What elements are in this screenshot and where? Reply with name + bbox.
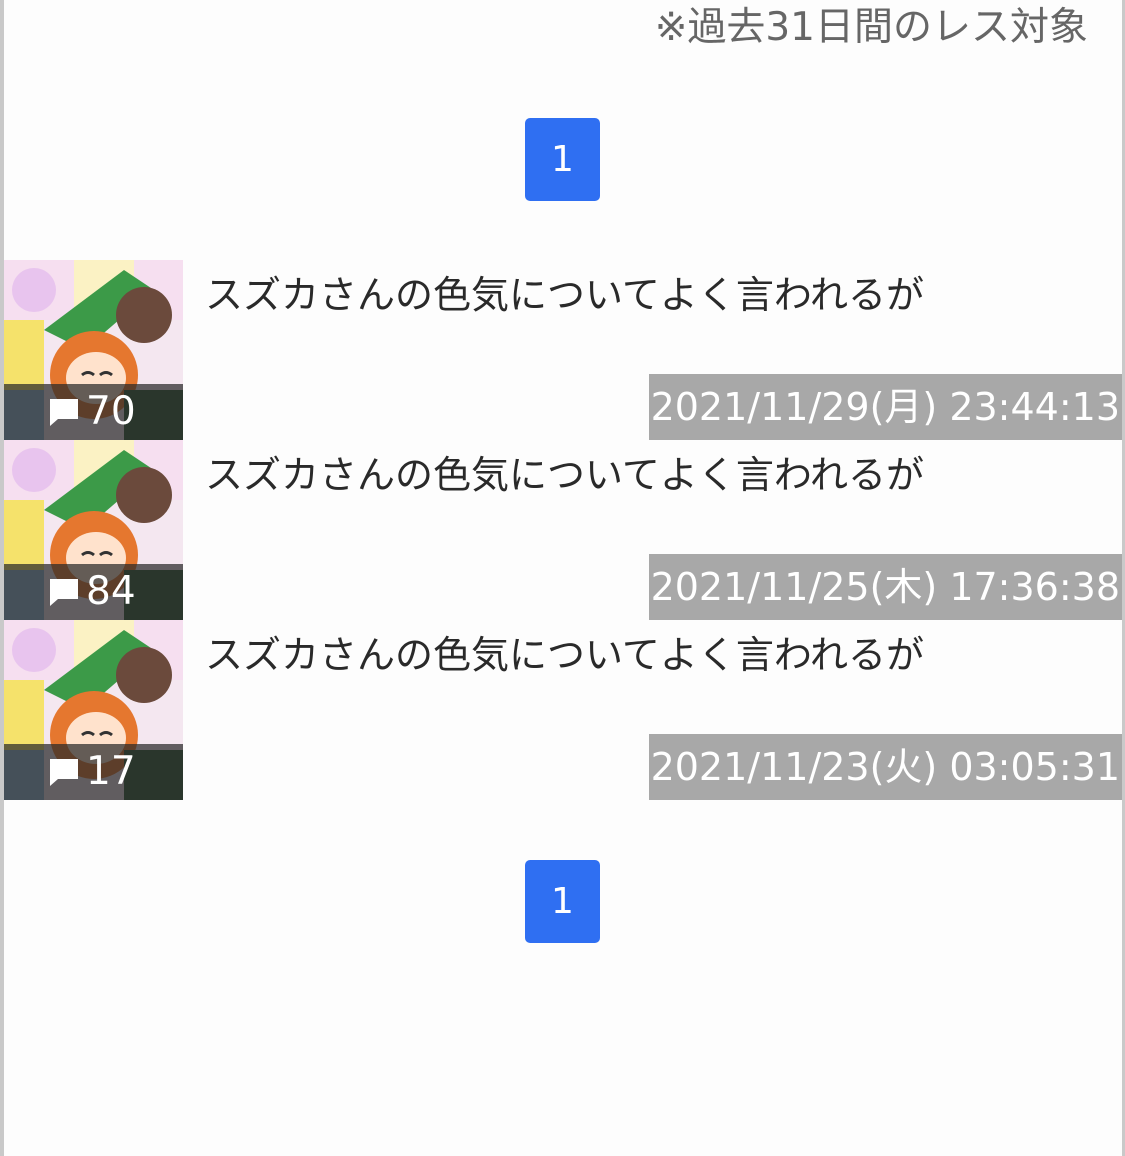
page-button-bottom[interactable]: 1 — [525, 860, 600, 943]
thread-date: 2021/11/23(火) 03:05:31 — [648, 734, 1122, 800]
thread-title[interactable]: スズカさんの色気についてよく言われるが — [205, 270, 965, 321]
comment-count-badge: 17 — [4, 744, 183, 800]
thread-thumbnail[interactable]: 17 — [4, 620, 183, 800]
thread-row[interactable]: 17 スズカさんの色気についてよく言われるが 2021/11/23(火) 03:… — [4, 620, 1122, 800]
comment-count-badge: 70 — [4, 384, 183, 440]
comment-count: 84 — [86, 569, 136, 614]
comment-count: 17 — [86, 749, 136, 794]
comment-icon — [48, 755, 82, 789]
comment-count: 70 — [86, 389, 136, 434]
comment-count-badge: 84 — [4, 564, 183, 620]
thread-thumbnail[interactable]: 70 — [4, 260, 183, 440]
thread-thumbnail[interactable]: 84 — [4, 440, 183, 620]
comment-icon — [48, 575, 82, 609]
thread-row[interactable]: 84 スズカさんの色気についてよく言われるが 2021/11/25(木) 17:… — [4, 440, 1122, 620]
page-button-top[interactable]: 1 — [525, 118, 600, 201]
period-note: ※過去31日間のレス対象 — [654, 5, 1088, 50]
thread-date: 2021/11/29(月) 23:44:13 — [648, 374, 1122, 440]
thread-title[interactable]: スズカさんの色気についてよく言われるが — [205, 630, 965, 681]
thread-title[interactable]: スズカさんの色気についてよく言われるが — [205, 450, 965, 501]
thread-date: 2021/11/25(木) 17:36:38 — [648, 554, 1122, 620]
page: ※過去31日間のレス対象 1 70 スズカさんの色気についてよく言われるが 20… — [4, 0, 1122, 1156]
comment-icon — [48, 395, 82, 429]
thread-row[interactable]: 70 スズカさんの色気についてよく言われるが 2021/11/29(月) 23:… — [4, 260, 1122, 440]
